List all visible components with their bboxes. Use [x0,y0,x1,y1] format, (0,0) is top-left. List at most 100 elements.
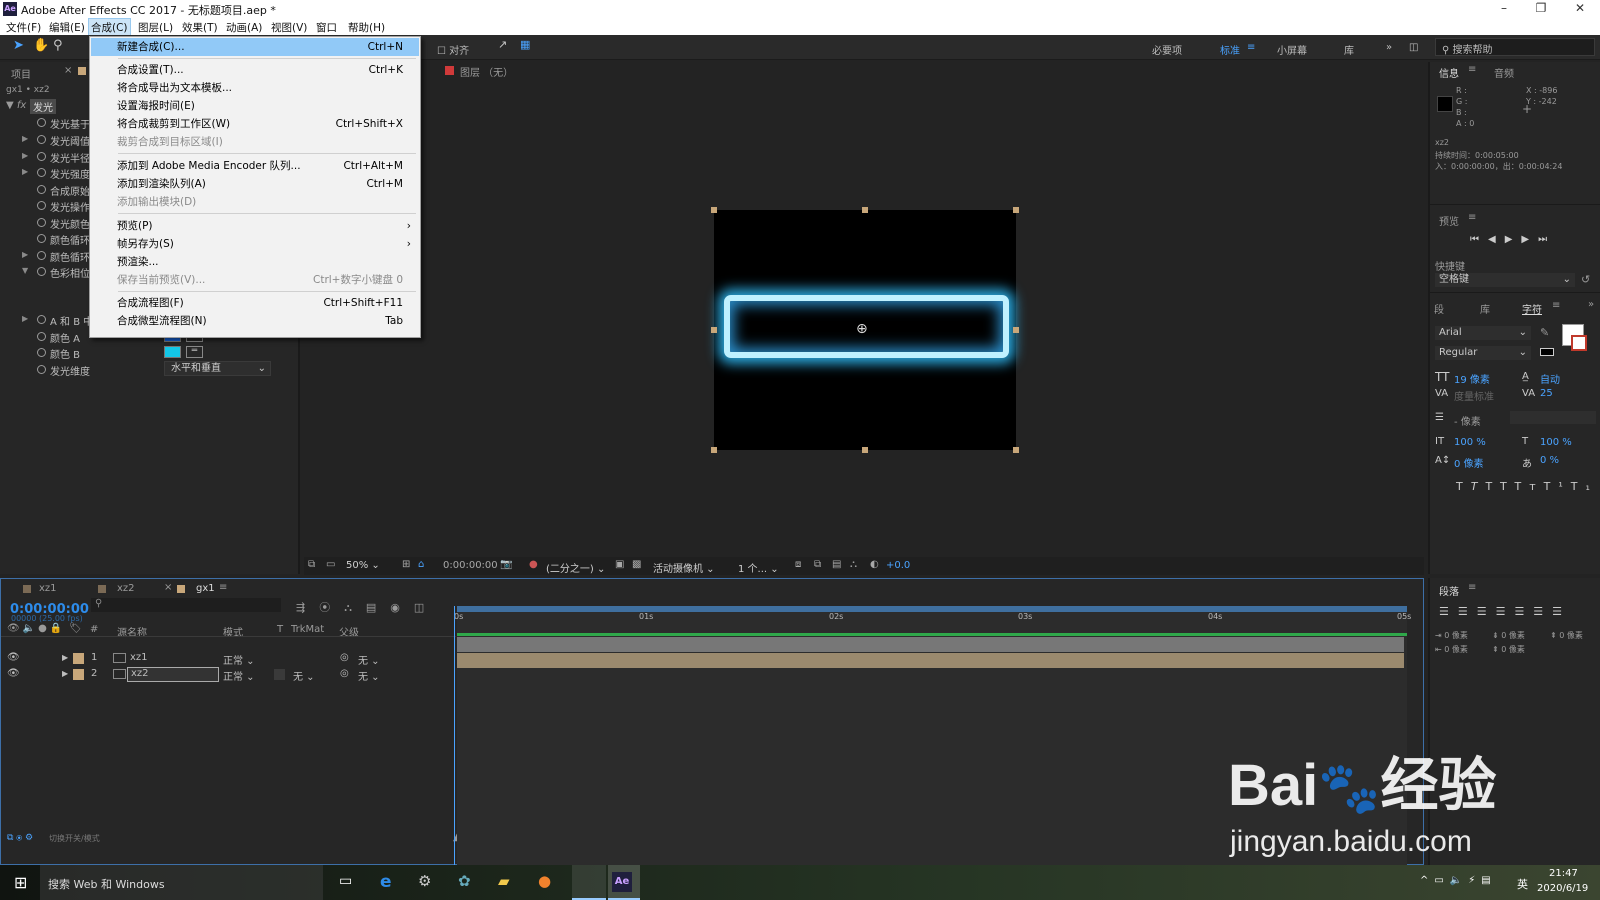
timeline-timecode[interactable]: 0:00:00:00 [10,602,89,617]
timeline-footer-icons[interactable]: ⧉ ⦿ ⚙ [7,833,33,843]
menu-animation[interactable]: 动画(A) [226,20,262,35]
transform-handle[interactable] [711,207,717,213]
stroke-color-swatch[interactable] [1571,335,1587,351]
effect-name[interactable]: 发光 [30,99,56,114]
task-view-icon[interactable]: ▭ [339,873,352,889]
tab-library[interactable]: 库 [1480,301,1490,316]
tab-xz2[interactable]: xz2 [117,583,135,594]
alignment-buttons[interactable]: ☰☰☰☰☰☰☰ [1439,605,1571,618]
more-panels-icon[interactable]: » [1588,299,1594,310]
hand-tool-icon[interactable]: ✋ [33,38,49,53]
close-tab-icon[interactable]: × [164,582,172,593]
resolution-select[interactable]: (二分之一) ⌄ [546,560,605,575]
stopwatch-icon[interactable] [37,118,46,127]
eyedropper-icon[interactable]: ✎ [1540,326,1549,339]
transform-handle[interactable] [711,327,717,333]
stopwatch-icon[interactable] [37,185,46,194]
reset-exposure-icon[interactable]: ◐ [870,559,879,570]
stopwatch-icon[interactable] [37,135,46,144]
menu-composition-settings[interactable]: 合成设置(T)... Ctrl+K [91,61,419,79]
snap-icon[interactable]: ↗ [498,38,507,51]
tab-gx1[interactable]: gx1 [196,583,215,594]
close-tab-icon[interactable]: × [64,65,72,76]
restore-icon[interactable]: ❐ [1531,1,1551,15]
shortcut-select[interactable]: 空格键 ⌄ [1435,273,1575,287]
tsume-value[interactable]: 0 % [1540,455,1559,466]
menu-add-to-render-queue[interactable]: 添加到渲染队列(A) Ctrl+M [91,175,419,193]
stroke-type-select[interactable] [1510,411,1596,424]
indent-first[interactable]: ⇤ 0 像素 [1435,644,1468,655]
menu-composition[interactable]: 合成(C) [88,18,131,37]
stopwatch-icon[interactable] [37,234,46,243]
workspace-standard[interactable]: 标准 [1220,42,1240,57]
parent-pickwhip-icon[interactable]: ◎ [340,652,349,663]
tab-paragraph-short[interactable]: 段 [1434,301,1444,316]
layer-mode[interactable]: 正常 ⌄ [223,652,255,667]
menu-effect[interactable]: 效果(T) [182,20,218,35]
eyedropper-icon[interactable]: ═ [186,346,203,358]
panel-menu-icon[interactable]: ≡ [1468,64,1476,75]
layer-trkmat[interactable]: 无 ⌄ [293,668,315,683]
layer-row-1[interactable]: 👁 ▶ 1 xz1 正常 ⌄ ◎ 无 ⌄ [3,652,453,667]
stopwatch-icon[interactable] [37,218,46,227]
expand-icon[interactable]: ▶ [22,314,28,323]
snap-target-icon[interactable]: ▦ [520,38,530,51]
workspace-essentials[interactable]: 必要项 [1152,42,1182,57]
grid-icon[interactable]: ⊞ [402,559,410,570]
tab-project[interactable]: 项目 [11,66,31,81]
vertical-scale-value[interactable]: 100 % [1454,437,1486,448]
search-help-input[interactable]: ⚲ 搜索帮助 [1435,38,1595,56]
menu-view[interactable]: 视图(V) [271,20,307,35]
stopwatch-icon[interactable] [37,201,46,210]
panel-layout-icon[interactable]: ◫ [1409,42,1418,53]
menu-help[interactable]: 帮助(H) [348,20,385,35]
stopwatch-icon[interactable] [37,365,46,374]
visibility-icon[interactable]: 👁 [7,668,20,679]
app-icon-2[interactable]: ✿ [458,872,471,890]
preserve-transparency-toggle[interactable] [274,669,285,680]
glow-dimensions-select[interactable]: 水平和垂直 ⌄ [164,361,271,376]
baseline-shift-value[interactable]: 0 像素 [1454,455,1484,470]
firefox-icon[interactable]: ● [538,872,551,890]
stopwatch-icon[interactable] [37,152,46,161]
notepad-task-icon[interactable] [572,865,606,900]
menu-composition-flowchart[interactable]: 合成流程图(F) Ctrl+Shift+F11 [91,294,419,312]
parent-pickwhip-icon[interactable]: ◎ [340,668,349,679]
fx-toggle[interactable]: ▼ fx [6,100,26,111]
workspace-small-screen[interactable]: 小屏幕 [1277,42,1307,57]
space-after[interactable]: ⇞ 0 像素 [1550,630,1583,641]
workspace-libraries[interactable]: 库 [1344,42,1354,57]
menu-export-text-template[interactable]: 将合成导出为文本模板... [91,79,419,97]
transform-handle[interactable] [862,207,868,213]
magnification-icon[interactable]: ⧉ [308,559,315,570]
color-channel-icon[interactable]: ● [529,559,538,570]
align-checkbox[interactable]: ☐ 对齐 [437,42,469,57]
edge-icon[interactable]: e [380,872,392,892]
layer-label-color[interactable] [73,669,84,680]
tracking-value[interactable]: 25 [1540,388,1553,399]
windows-start-icon[interactable]: ⊞ [14,873,27,892]
indent-left[interactable]: ⇥ 0 像素 [1435,630,1468,641]
font-family-select[interactable]: Arial ⌄ [1435,326,1531,340]
transform-handle[interactable] [1013,327,1019,333]
workspace-menu-icon[interactable]: ≡ [1247,42,1255,53]
clock-time[interactable]: 21:47 [1549,868,1578,879]
viewer-timecode[interactable]: 0:00:00:00 [443,560,498,571]
layer-parent[interactable]: 无 ⌄ [358,668,380,683]
indent-right[interactable]: ⇞ 0 像素 [1492,644,1525,655]
taskbar-search-text[interactable]: 搜索 Web 和 Windows [48,876,165,892]
layer-name[interactable]: xz1 [130,652,148,663]
expand-icon[interactable]: ▶ [62,653,68,662]
stopwatch-icon[interactable] [37,348,46,357]
panel-menu-icon[interactable]: ≡ [1552,300,1560,311]
panel-menu-icon[interactable]: ≡ [1468,212,1476,223]
kerning-value[interactable]: 度量标准 [1454,388,1494,403]
playback-controls[interactable]: ⏮◀▶▶⏭ [1470,234,1556,245]
snapshot-icon[interactable]: 📷 [500,559,512,570]
transform-handle[interactable] [711,447,717,453]
expand-icon[interactable]: ▶ [22,134,28,143]
layer-parent[interactable]: 无 ⌄ [358,652,380,667]
timeline-icon[interactable]: ▤ [832,559,841,570]
menu-save-frame-as[interactable]: 帧另存为(S) › [91,235,419,253]
panel-menu-icon[interactable]: ≡ [1468,582,1476,593]
